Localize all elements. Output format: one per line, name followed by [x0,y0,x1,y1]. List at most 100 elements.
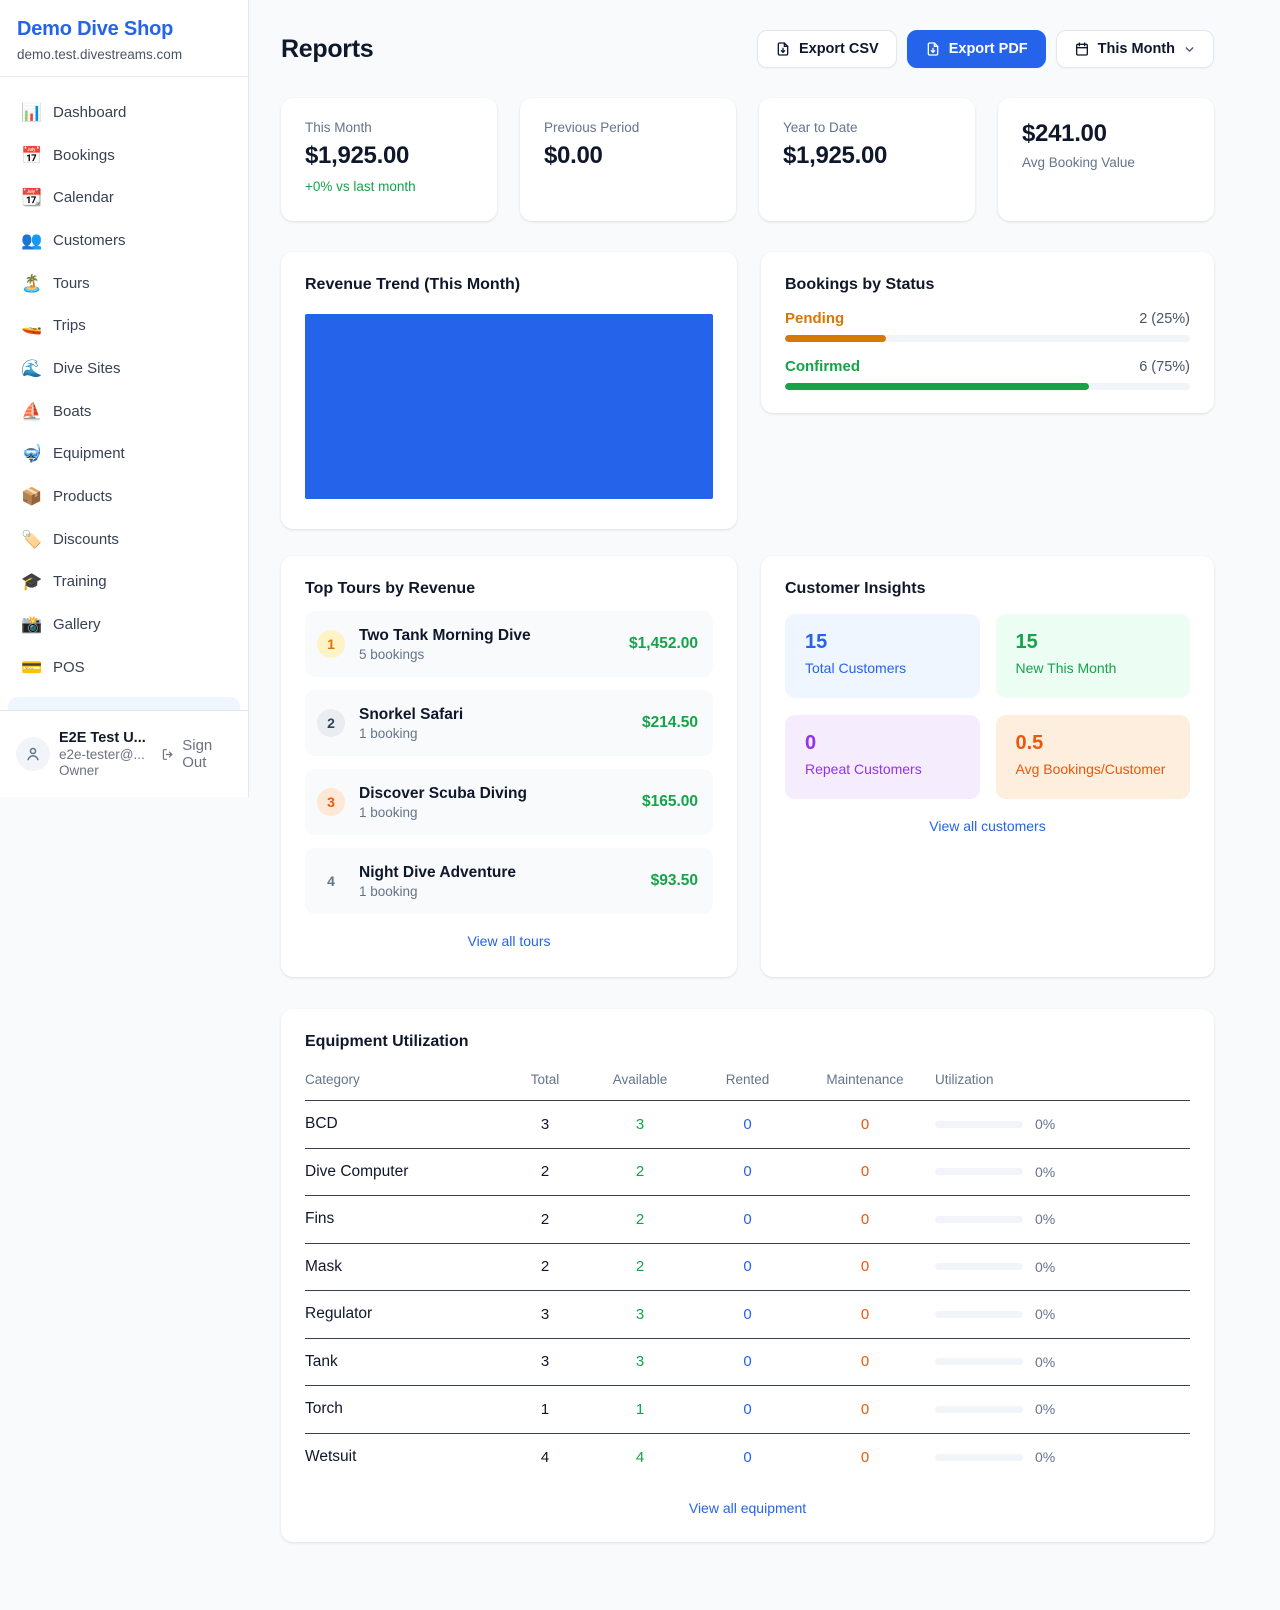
insight-tile-repeat-customers: 0 Repeat Customers [785,715,980,799]
person-icon [24,745,42,763]
rank-badge: 3 [317,788,345,816]
table-row: Tank 3 3 0 0 0% [305,1339,1190,1387]
view-all-customers-link[interactable]: View all customers [785,818,1190,834]
tour-amount: $214.50 [642,714,698,732]
tour-name: Two Tank Morning Dive [359,627,629,645]
sidebar: Demo Dive Shop demo.test.divestreams.com… [0,0,249,797]
table-row: Dive Computer 2 2 0 0 0% [305,1149,1190,1197]
export-csv-button[interactable]: Export CSV [757,30,897,68]
tour-row: 4 Night Dive Adventure 1 booking $93.50 [305,848,713,914]
gallery-icon: 📸 [21,616,41,633]
equipment-icon: 🤿 [21,445,41,462]
insight-tile-avg-bookings: 0.5 Avg Bookings/Customer [996,715,1191,799]
bookings-by-status-title: Bookings by Status [785,276,1190,294]
sidebar-item-gallery[interactable]: 📸 Gallery [8,603,240,646]
sidebar-item-training[interactable]: 🎓 Training [8,561,240,604]
sidebar-item-dashboard[interactable]: 📊 Dashboard [8,91,240,134]
tour-row: 1 Two Tank Morning Dive 5 bookings $1,45… [305,611,713,677]
customer-insights-card: Customer Insights 15 Total Customers 15 … [761,556,1214,977]
tour-name: Night Dive Adventure [359,864,651,882]
page-header: Reports Export CSV Export PDF This Month [281,30,1214,68]
brand-block: Demo Dive Shop demo.test.divestreams.com [0,0,248,77]
export-pdf-button[interactable]: Export PDF [907,30,1046,68]
equipment-utilization-title: Equipment Utilization [305,1033,1190,1051]
pos-icon: 💳 [21,659,41,676]
utilization-bar [935,1168,1023,1175]
view-all-equipment-link[interactable]: View all equipment [305,1500,1190,1516]
stat-value: $241.00 [1022,120,1190,148]
sidebar-item-calendar[interactable]: 📆 Calendar [8,176,240,219]
status-label: Confirmed [785,358,860,375]
avatar [16,737,50,771]
sidebar-item-trips[interactable]: 🚤 Trips [8,304,240,347]
sidebar-item-customers[interactable]: 👥 Customers [8,219,240,262]
sidebar-item-bookings[interactable]: 📅 Bookings [8,134,240,177]
status-bar-fill [785,383,1089,390]
tours-icon: 🏝️ [21,275,41,292]
utilization-bar [935,1454,1023,1461]
tour-name: Snorkel Safari [359,706,642,724]
top-tours-card: Top Tours by Revenue 1 Two Tank Morning … [281,556,737,977]
bookings-icon: 📅 [21,147,41,164]
period-selector[interactable]: This Month [1056,30,1214,68]
rank-badge: 2 [317,709,345,737]
utilization-bar [935,1406,1023,1413]
page-title: Reports [281,35,373,64]
customers-icon: 👥 [21,232,41,249]
stats-row: This Month $1,925.00 +0% vs last month P… [281,98,1214,221]
status-bar-fill [785,335,886,342]
top-tours-title: Top Tours by Revenue [305,580,713,598]
table-row: Regulator 3 3 0 0 0% [305,1291,1190,1339]
sidebar-item-equipment[interactable]: 🤿 Equipment [8,433,240,476]
products-icon: 📦 [21,488,41,505]
stat-value: $1,925.00 [783,142,951,170]
tour-bookings: 1 booking [359,805,642,820]
stat-value: $1,925.00 [305,142,473,170]
brand-name: Demo Dive Shop [17,18,231,41]
lower-row: Top Tours by Revenue 1 Two Tank Morning … [281,556,1214,977]
status-label: Pending [785,310,844,327]
trips-icon: 🚤 [21,317,41,334]
stat-card-avg-booking-value: $241.00 Avg Booking Value [998,98,1214,221]
equipment-table: Category Total Available Rented Maintena… [305,1072,1190,1481]
sidebar-item-dive-sites[interactable]: 🌊 Dive Sites [8,347,240,390]
sign-out-button[interactable]: Sign Out [161,737,232,771]
stat-card-previous-period: Previous Period $0.00 [520,98,736,221]
bookings-by-status-card: Bookings by Status Pending 2 (25%) Confi… [761,252,1214,413]
user-info: E2E Test U... e2e-tester@... Owner [59,730,146,778]
tour-amount: $1,452.00 [629,635,698,653]
table-row: Wetsuit 4 4 0 0 0% [305,1434,1190,1482]
sidebar-item-boats[interactable]: ⛵ Boats [8,390,240,433]
utilization-bar [935,1311,1023,1318]
dive-sites-icon: 🌊 [21,360,41,377]
header-actions: Export CSV Export PDF This Month [757,30,1214,68]
status-bar-track [785,383,1190,390]
tour-row: 3 Discover Scuba Diving 1 booking $165.0… [305,769,713,835]
status-bar-track [785,335,1190,342]
table-row: Fins 2 2 0 0 0% [305,1196,1190,1244]
main-content: Reports Export CSV Export PDF This Month [249,0,1280,1542]
sidebar-item-reports-partial[interactable] [8,697,240,710]
table-row: BCD 3 3 0 0 0% [305,1101,1190,1149]
utilization-bar [935,1263,1023,1270]
charts-row: Revenue Trend (This Month) Bookings by S… [281,252,1214,529]
brand-domain: demo.test.divestreams.com [17,47,231,62]
chevron-down-icon [1183,43,1196,56]
user-role: Owner [59,763,146,778]
tour-name: Discover Scuba Diving [359,785,642,803]
revenue-trend-title: Revenue Trend (This Month) [305,276,713,294]
sidebar-item-tours[interactable]: 🏝️ Tours [8,262,240,305]
tour-bookings: 5 bookings [359,647,629,662]
revenue-trend-chart [305,314,713,499]
tour-amount: $165.00 [642,793,698,811]
stat-value: $0.00 [544,142,712,170]
insight-tile-new-this-month: 15 New This Month [996,614,1191,698]
utilization-bar [935,1358,1023,1365]
sidebar-nav: 📊 Dashboard 📅 Bookings 📆 Calendar 👥 Cust… [0,77,248,710]
sidebar-item-pos[interactable]: 💳 POS [8,646,240,689]
sidebar-item-discounts[interactable]: 🏷️ Discounts [8,518,240,561]
sidebar-item-products[interactable]: 📦 Products [8,475,240,518]
user-name: E2E Test U... [59,730,146,746]
view-all-tours-link[interactable]: View all tours [305,933,713,949]
file-download-icon [775,41,791,57]
